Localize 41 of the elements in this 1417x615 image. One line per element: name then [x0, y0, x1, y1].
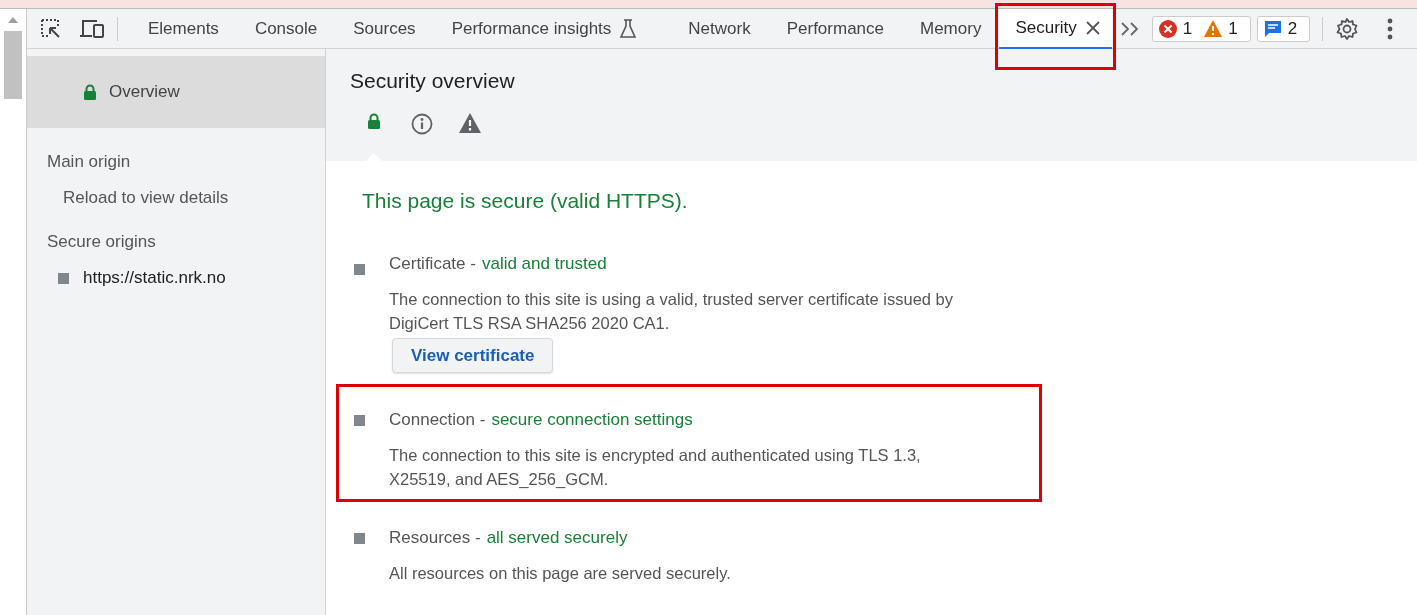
overview-item[interactable]: Overview [27, 56, 325, 128]
panel-tab[interactable]: Network [670, 8, 769, 49]
summary-text: This page is secure (valid HTTPS). [362, 189, 689, 213]
section-title: Certificate - valid and trusted [389, 254, 608, 274]
warning-icon [459, 113, 481, 133]
panel-tab[interactable]: Elements [130, 8, 237, 49]
warning-icon [1204, 20, 1223, 37]
more-tabs-icon[interactable] [1119, 20, 1140, 37]
square-icon [354, 533, 365, 544]
section-title: Resources - all served securely [389, 528, 629, 548]
square-icon [58, 272, 69, 284]
issues-counter[interactable]: 1 1 [1151, 15, 1251, 42]
description-text: The connection to this site is using a valid, trusted server certificate issued by DigiCert TLS RSA SHA256 2020 CA1. [389, 289, 954, 334]
panel-tab[interactable]: Security [999, 8, 1112, 49]
lock-icon [367, 113, 381, 129]
description-text: All resources on this page are served securely. [389, 563, 732, 584]
panel-tab[interactable]: Performance [768, 8, 902, 49]
hint-text: Reload to view details [62, 187, 230, 208]
lock-icon [83, 84, 97, 100]
panel-title: Security overview [350, 69, 516, 93]
error-icon [1158, 19, 1177, 38]
panel-tab[interactable]: Performance insights [433, 8, 671, 49]
origin-item[interactable]: https://static.nrk.no [27, 252, 325, 288]
panel-tab[interactable]: Sources [335, 8, 434, 49]
section-heading: Secure origins [46, 231, 157, 252]
close-icon[interactable] [1085, 20, 1100, 35]
view-certificate-button[interactable]: View certificate [392, 338, 554, 373]
section-heading: Main origin [46, 151, 132, 172]
panel-tab[interactable]: Memory [902, 8, 1000, 49]
info-icon [411, 113, 433, 135]
square-icon [354, 415, 365, 426]
settings-icon[interactable] [1335, 16, 1360, 41]
panel-tab[interactable]: Console [236, 8, 336, 49]
messages-counter[interactable]: 2 [1256, 15, 1311, 42]
flask-icon [620, 18, 637, 39]
message-icon [1263, 19, 1282, 38]
menu-icon[interactable] [1387, 17, 1394, 40]
description-text: The connection to this site is encrypted and authenticated using TLS 1.3, X25519, and AES_256_GCM. [389, 445, 922, 490]
square-icon [354, 264, 365, 275]
device-toggle-icon[interactable] [79, 17, 105, 40]
section-title: Connection - secure connection settings [389, 410, 694, 430]
